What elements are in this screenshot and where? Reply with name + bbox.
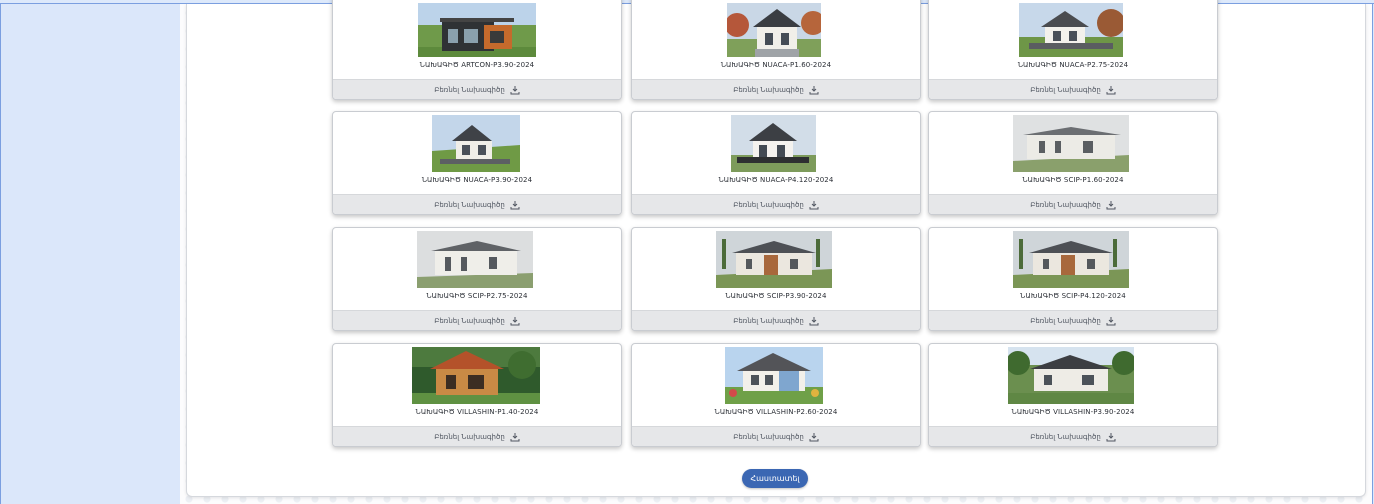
- house-thumbnail[interactable]: [731, 115, 816, 172]
- download-button[interactable]: Բեռնել Նախագիծը: [632, 194, 920, 214]
- project-title: ՆԱԽԱԳԻԾ SCIP-P1.60-2024: [1022, 176, 1124, 184]
- project-card: ՆԱԽԱԳԻԾ VILLASHIN-P2.60-2024 Բեռնել Նախա…: [631, 343, 921, 447]
- download-icon: [1106, 316, 1116, 325]
- download-button[interactable]: Բեռնել Նախագիծը: [333, 426, 621, 446]
- project-card: ՆԱԽԱԳԻԾ SCIP-P1.60-2024 Բեռնել Նախագիծը: [928, 111, 1218, 215]
- project-title: ՆԱԽԱԳԻԾ VILLASHIN-P2.60-2024: [714, 408, 838, 416]
- house-thumbnail[interactable]: [432, 115, 520, 172]
- house-thumbnail[interactable]: [716, 231, 832, 288]
- download-button[interactable]: Բեռնել Նախագիծը: [632, 79, 920, 99]
- left-sidebar: [1, 4, 180, 504]
- download-button[interactable]: Բեռնել Նախագիծը: [632, 310, 920, 330]
- house-thumbnail[interactable]: [412, 347, 540, 404]
- download-label: Բեռնել Նախագիծը: [733, 85, 804, 94]
- download-label: Բեռնել Նախագիծը: [1030, 432, 1101, 441]
- download-icon: [510, 432, 520, 441]
- house-thumbnail[interactable]: [418, 3, 536, 57]
- download-icon: [809, 200, 819, 209]
- download-button[interactable]: Բեռնել Նախագիծը: [929, 426, 1217, 446]
- download-icon: [1106, 432, 1116, 441]
- project-title: ՆԱԽԱԳԻԾ NUACA-P2.75-2024: [1017, 61, 1129, 69]
- house-thumbnail[interactable]: [417, 231, 533, 288]
- project-title: ՆԱԽԱԳԻԾ VILLASHIN-P1.40-2024: [415, 408, 539, 416]
- project-title: ՆԱԽԱԳԻԾ NUACA-P4.120-2024: [718, 176, 834, 184]
- window-border-left: [0, 3, 1, 504]
- project-title: ՆԱԽԱԳԻԾ ARTCON-P3.90-2024: [419, 61, 535, 69]
- project-title: ՆԱԽԱԳԻԾ VILLASHIN-P3.90-2024: [1011, 408, 1135, 416]
- project-card: ՆԱԽԱԳԻԾ VILLASHIN-P1.40-2024 Բեռնել Նախա…: [332, 343, 622, 447]
- download-label: Բեռնել Նախագիծը: [1030, 85, 1101, 94]
- project-card: ՆԱԽԱԳԻԾ SCIP-P3.90-2024 Բեռնել Նախագիծը: [631, 227, 921, 331]
- download-label: Բեռնել Նախագիծը: [434, 432, 505, 441]
- download-button[interactable]: Բեռնել Նախագիծը: [333, 310, 621, 330]
- download-icon: [809, 432, 819, 441]
- download-label: Բեռնել Նախագիծը: [733, 200, 804, 209]
- project-title: ՆԱԽԱԳԻԾ NUACA-P1.60-2024: [720, 61, 832, 69]
- download-icon: [809, 316, 819, 325]
- download-icon: [510, 200, 520, 209]
- download-label: Բեռնել Նախագիծը: [434, 316, 505, 325]
- download-icon: [1106, 85, 1116, 94]
- project-card: ՆԱԽԱԳԻԾ SCIP-P4.120-2024 Բեռնել Նախագիծը: [928, 227, 1218, 331]
- house-thumbnail[interactable]: [725, 347, 823, 404]
- window-border-right: [1372, 3, 1373, 504]
- download-label: Բեռնել Նախագիծը: [434, 200, 505, 209]
- download-label: Բեռնել Նախագիծը: [733, 316, 804, 325]
- house-thumbnail[interactable]: [1013, 231, 1129, 288]
- project-title: ՆԱԽԱԳԻԾ SCIP-P4.120-2024: [1020, 292, 1126, 300]
- project-title: ՆԱԽԱԳԻԾ SCIP-P2.75-2024: [426, 292, 528, 300]
- download-label: Բեռնել Նախագիծը: [1030, 316, 1101, 325]
- download-label: Բեռնել Նախագիծը: [733, 432, 804, 441]
- house-thumbnail[interactable]: [1019, 3, 1123, 57]
- download-button[interactable]: Բեռնել Նախագիծը: [333, 194, 621, 214]
- project-card: ՆԱԽԱԳԻԾ NUACA-P1.60-2024 Բեռնել Նախագիծը: [631, 0, 921, 100]
- project-card: ՆԱԽԱԳԻԾ ARTCON-P3.90-2024 Բեռնել Նախագիծ…: [332, 0, 622, 100]
- project-title: ՆԱԽԱԳԻԾ SCIP-P3.90-2024: [725, 292, 827, 300]
- project-card: ՆԱԽԱԳԻԾ NUACA-P2.75-2024 Բեռնել Նախագիծը: [928, 0, 1218, 100]
- project-title: ՆԱԽԱԳԻԾ NUACA-P3.90-2024: [421, 176, 533, 184]
- download-icon: [510, 316, 520, 325]
- download-icon: [510, 85, 520, 94]
- download-button[interactable]: Բեռնել Նախագիծը: [929, 310, 1217, 330]
- project-card: ՆԱԽԱԳԻԾ VILLASHIN-P3.90-2024 Բեռնել Նախա…: [928, 343, 1218, 447]
- download-icon: [1106, 200, 1116, 209]
- confirm-button[interactable]: Հաստատել: [742, 469, 808, 488]
- download-button[interactable]: Բեռնել Նախագիծը: [929, 79, 1217, 99]
- project-card: ՆԱԽԱԳԻԾ NUACA-P3.90-2024 Բեռնել Նախագիծը: [332, 111, 622, 215]
- project-card: ՆԱԽԱԳԻԾ SCIP-P2.75-2024 Բեռնել Նախագիծը: [332, 227, 622, 331]
- house-thumbnail[interactable]: [1008, 347, 1134, 404]
- project-card: ՆԱԽԱԳԻԾ NUACA-P4.120-2024 Բեռնել Նախագիծ…: [631, 111, 921, 215]
- download-button[interactable]: Բեռնել Նախագիծը: [333, 79, 621, 99]
- download-label: Բեռնել Նախագիծը: [1030, 200, 1101, 209]
- download-button[interactable]: Բեռնել Նախագիծը: [632, 426, 920, 446]
- house-thumbnail[interactable]: [1013, 115, 1129, 172]
- house-thumbnail[interactable]: [727, 3, 821, 57]
- download-label: Բեռնել Նախագիծը: [434, 85, 505, 94]
- download-icon: [809, 85, 819, 94]
- download-button[interactable]: Բեռնել Նախագիծը: [929, 194, 1217, 214]
